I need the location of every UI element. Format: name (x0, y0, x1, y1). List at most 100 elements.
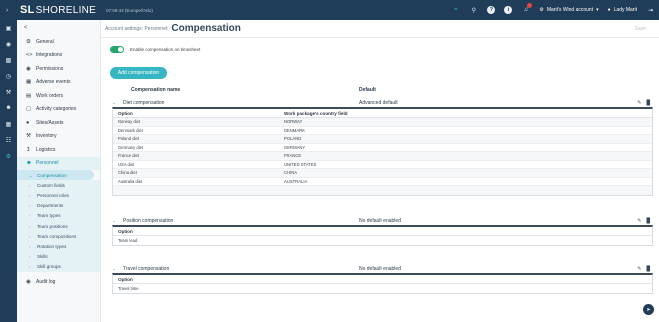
sidebar-item-adverse-events[interactable]: ▦ Adverse events (17, 76, 100, 90)
sidebar-subitem-skills[interactable]: › Skills (17, 251, 100, 262)
option-cell: Denmark diet (118, 127, 143, 133)
code-icon: <> (26, 52, 33, 59)
sidebar-item-label: General (36, 38, 54, 45)
sidebar-subitem-compensation[interactable]: ⌄ Compensation (17, 170, 94, 181)
search-icon[interactable]: ⚲ (469, 6, 478, 15)
column-header-option: Option (118, 276, 133, 282)
sidebar-subitem-personnel-roles[interactable]: › Personnel roles (17, 190, 100, 201)
sidebar-item-inventory[interactable]: ⚒ Inventory (17, 130, 100, 144)
edit-icon[interactable]: ✎ (637, 266, 641, 272)
back-button[interactable]: < (17, 20, 100, 35)
team-icon[interactable]: ☻ (0, 100, 17, 116)
delete-icon[interactable]: █ (646, 218, 650, 224)
chevron-down-icon[interactable]: ⌄ (112, 218, 116, 224)
sidebar-item-audit-log[interactable]: ◉ Audit log (17, 275, 100, 289)
breadcrumb: Account settings: Personnel: (105, 25, 169, 32)
sidebar-subitem-team-types[interactable]: › Team types (17, 210, 100, 221)
sidebar-subitem-skill-groups[interactable]: › Skill groups (17, 261, 100, 272)
wifi-icon[interactable]: ≈ (451, 6, 460, 15)
wrench-icon[interactable]: ⚒ (0, 84, 17, 100)
save-button[interactable]: Save (635, 26, 646, 32)
sidebar-item-personnel[interactable]: ☻ Personnel (17, 156, 100, 170)
user-label: Lady Marit (613, 7, 637, 13)
sidebar-item-sites-assets[interactable]: ● Sites/Assets (17, 116, 100, 130)
timezone-clock: 07:59:43 (Europe/Oslo) (106, 7, 153, 13)
sidebar-subitem-rotation-types[interactable]: › Rotation types (17, 241, 100, 252)
sidebar-item-logistics[interactable]: ↥ Logistics (17, 143, 100, 157)
chevron-right-icon: › (29, 223, 31, 229)
column-header-name: Compensation name (131, 87, 181, 93)
sidebar-subitem-label: Custom fields (37, 182, 65, 188)
sidebar-item-permissions[interactable]: ◉ Permissions (17, 62, 100, 76)
chevron-down-icon[interactable]: ⌄ (112, 266, 116, 272)
sidebar-item-label: Activity categories (36, 106, 77, 113)
compensation-row[interactable]: ⌄ Travel compensation No default enabled… (104, 264, 655, 273)
sidebar-item-integrations[interactable]: <> Integrations (17, 49, 100, 63)
user-icon: ● (607, 7, 611, 13)
options-table: Option Travel time (112, 273, 653, 294)
pin-icon: ● (26, 119, 30, 126)
help-chat-button[interactable]: ➤ (643, 304, 654, 315)
sidebar-item-label: Personnel (36, 160, 59, 167)
grid-icon[interactable]: ☷ (0, 132, 17, 148)
menu-icon[interactable]: › (0, 7, 14, 14)
sidebar-item-work-orders[interactable]: ▤ Work orders (17, 89, 100, 103)
chevron-right-icon: › (29, 192, 31, 198)
chevron-down-icon[interactable]: ⌄ (112, 100, 116, 106)
wrench-icon: ⚒ (26, 133, 31, 140)
brand-logo[interactable]: SL SHORELINE (20, 4, 96, 16)
column-header-option: Option (118, 228, 133, 234)
country-cell: CHINA (284, 170, 298, 176)
enable-compensation-toggle[interactable] (110, 46, 124, 53)
table-row: Norway diet NORWAY (113, 118, 652, 127)
user-menu[interactable]: ● Lady Marit (608, 7, 637, 13)
delete-icon[interactable]: █ (646, 266, 650, 272)
option-cell: China diet (118, 170, 137, 176)
column-header-default: Default (359, 87, 376, 93)
sidebar-item-general[interactable]: ⚙ General (17, 35, 100, 49)
options-table: Option Team lead (112, 225, 653, 246)
dashboard-icon[interactable]: ▣ (0, 20, 17, 36)
settings-icon[interactable]: ⚙ (0, 148, 17, 164)
add-compensation-button[interactable]: Add compensation (110, 67, 167, 79)
person-icon: ☻ (26, 160, 32, 167)
sidebar-subitem-label: Personnel roles (37, 192, 69, 198)
options-table-header: Option Work package's country field (113, 109, 652, 118)
folder-icon[interactable]: ▩ (0, 52, 17, 68)
chevron-right-icon: › (29, 264, 31, 270)
gear-icon: ⚙ (26, 38, 31, 45)
sidebar-subitem-departments[interactable]: › Departments (17, 200, 100, 211)
option-cell: Germany diet (118, 144, 144, 150)
table-row: China diet CHINA (113, 169, 652, 178)
calendar-icon[interactable]: ▦ (0, 116, 17, 132)
info-icon[interactable]: i (504, 6, 513, 14)
sidebar-subitem-custom-fields[interactable]: › Custom fields (17, 180, 100, 191)
account-label: Marit's Wind account (546, 7, 594, 13)
compensation-row[interactable]: ⌄ Diet compensation Advanced default ✎ █ (104, 98, 655, 107)
shield-check-icon: ◉ (26, 278, 31, 285)
edit-icon[interactable]: ✎ (637, 218, 641, 224)
sidebar-subitem-label: Team positions (37, 223, 68, 229)
sidebar-subitem-team-compositions[interactable]: › Team compositions (17, 231, 100, 242)
clipboard-icon: ▤ (26, 92, 32, 99)
bell-icon[interactable]: ♫ (521, 2, 533, 15)
location-icon[interactable]: ◉ (0, 36, 17, 52)
compensation-row[interactable]: ⌄ Position compensation No default enabl… (104, 216, 655, 225)
column-header-country-field: Work package's country field (284, 110, 348, 116)
compensation-table-header: Compensation name Default (115, 86, 655, 94)
compensation-default: No default enabled (359, 265, 401, 272)
sidebar-item-activity-categories[interactable]: ▢ Activity categories (17, 103, 100, 117)
country-cell: POLAND (284, 136, 302, 142)
account-switcher[interactable]: ⚙ Marit's Wind account ▾ (539, 7, 598, 13)
table-row: USA diet UNITED STATES (113, 161, 652, 169)
compensation-name: Travel compensation (123, 265, 170, 272)
sidebar-subitem-label: Team compositions (37, 233, 77, 239)
help-icon[interactable]: ? (487, 6, 496, 14)
sidebar-subitem-team-positions[interactable]: › Team positions (17, 220, 100, 232)
edit-icon[interactable]: ✎ (637, 100, 641, 106)
chevron-right-icon: › (29, 233, 31, 239)
country-cell: NORWAY (284, 119, 303, 125)
clock-icon[interactable]: ◷ (0, 68, 17, 84)
delete-icon[interactable]: █ (646, 100, 650, 106)
logout-icon[interactable]: ⇥ (646, 6, 655, 15)
